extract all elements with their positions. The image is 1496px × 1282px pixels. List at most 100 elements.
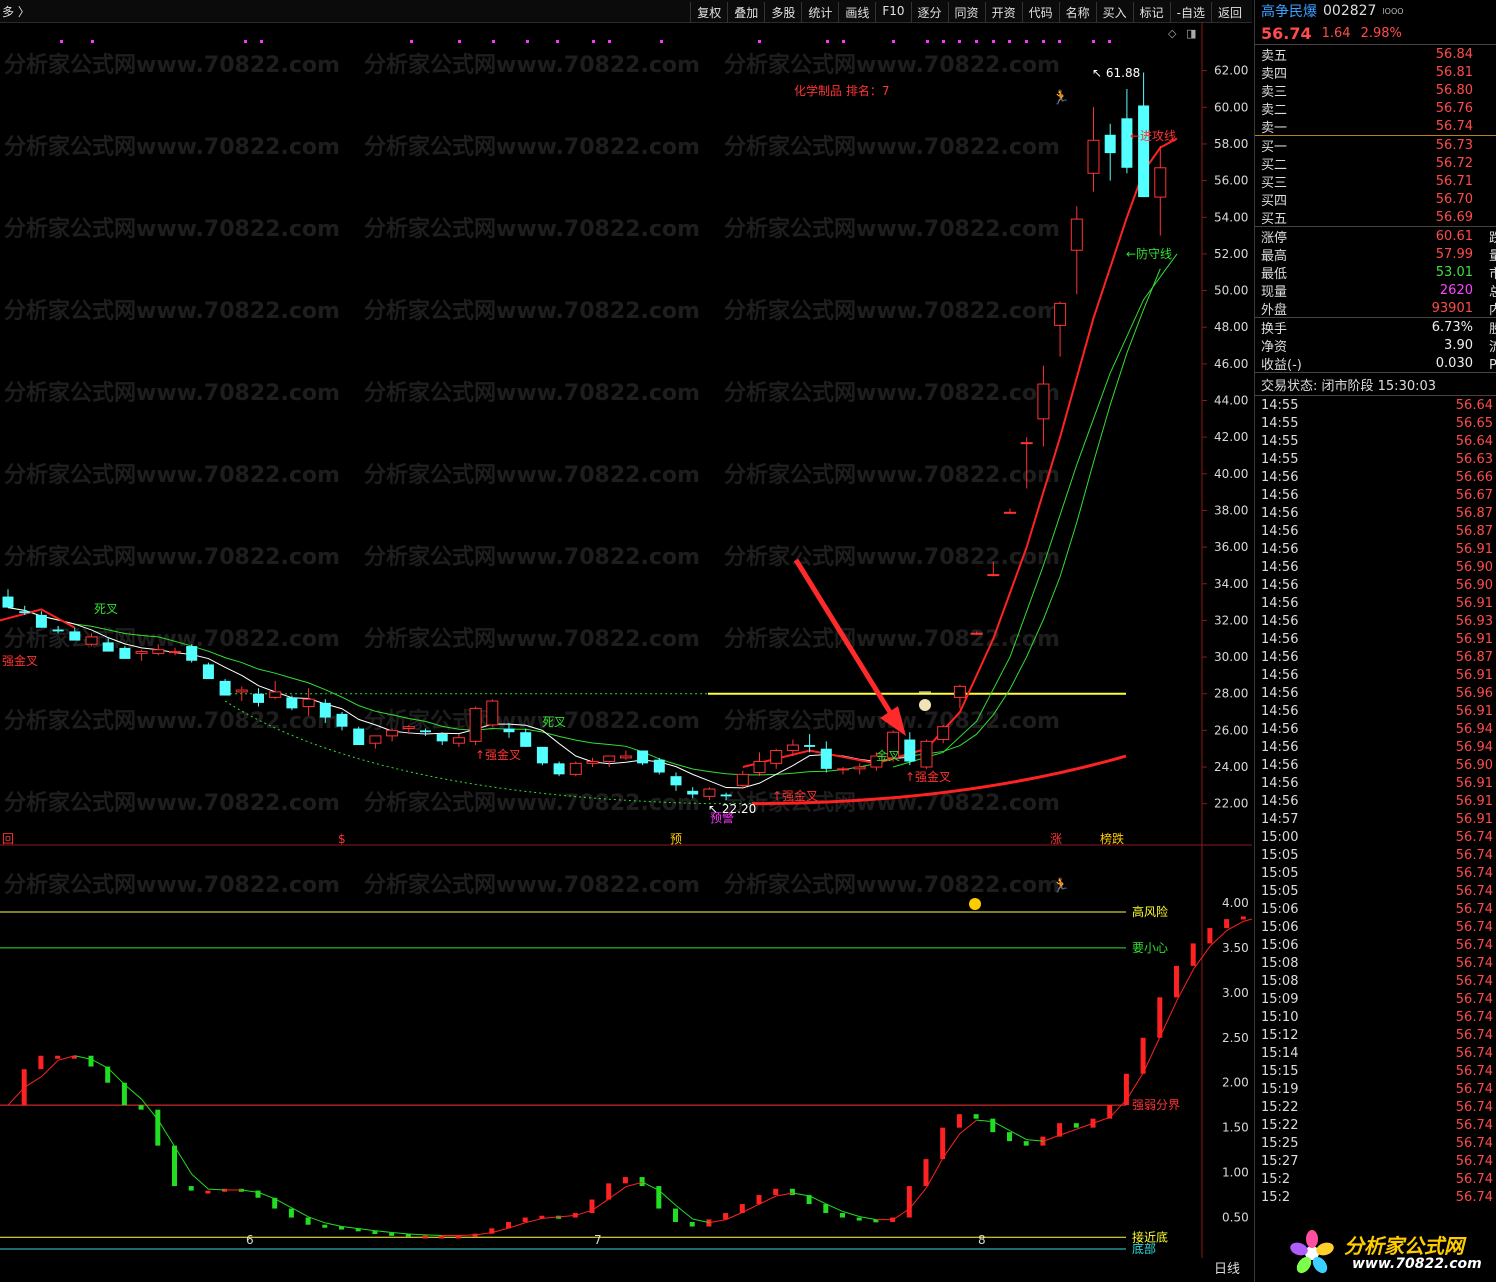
candle[interactable] (937, 724, 950, 744)
toolbar-button-7[interactable]: 同资 (947, 2, 985, 23)
toolbar-button-12[interactable]: 标记 (1132, 2, 1170, 23)
tick-row: 15:05 56.74 (1255, 864, 1496, 882)
toolbar-button-10[interactable]: 名称 (1058, 2, 1096, 23)
candle[interactable] (353, 726, 365, 746)
indicator-line (508, 1222, 526, 1229)
indicator-bar (1240, 916, 1246, 920)
sub-y-tick-label: 1.00 (1222, 1166, 1249, 1180)
tick-row: 15:10 56.74 (1255, 1008, 1496, 1026)
toolbar-button-14[interactable]: 返回 (1210, 2, 1248, 23)
tick-price: 56.74 (1455, 1063, 1493, 1079)
candle[interactable] (469, 706, 482, 746)
candle[interactable] (386, 728, 399, 742)
price-change-pct: 2.98% (1360, 25, 1402, 41)
candle[interactable] (253, 688, 264, 707)
candle[interactable] (703, 787, 716, 801)
tick-time: 14:56 (1261, 523, 1299, 539)
indicator-line (742, 1203, 760, 1213)
candle[interactable] (603, 755, 616, 768)
toolbar-button-5[interactable]: F10 (875, 2, 910, 23)
indicator-bar (155, 1109, 161, 1146)
candle[interactable] (35, 611, 47, 628)
candle[interactable] (670, 772, 682, 791)
stock-name[interactable]: 高争民爆 (1261, 1, 1317, 21)
toolbar-button-2[interactable]: 多股 (764, 2, 801, 23)
candle[interactable] (1154, 145, 1167, 236)
candle[interactable] (536, 746, 548, 766)
watermark-text: 分析家公式网www.70822.com (364, 462, 700, 488)
quote-label: 卖二 (1261, 102, 1288, 118)
candle[interactable] (820, 741, 832, 773)
candle[interactable] (853, 763, 866, 775)
candle[interactable] (553, 761, 565, 777)
candle[interactable] (436, 732, 448, 746)
signal-dot (526, 40, 529, 43)
tick-row: 15:2 56.74 (1255, 1188, 1496, 1206)
signal-death-cross: 死叉 (94, 602, 118, 616)
candle[interactable] (1054, 301, 1067, 357)
candle[interactable] (119, 646, 131, 659)
indicator-line (792, 1192, 810, 1197)
candle[interactable] (653, 757, 665, 775)
candle[interactable] (286, 695, 298, 711)
candle-body (319, 702, 331, 718)
watermark-text: 分析家公式网www.70822.com (724, 134, 1060, 160)
signal-dot (975, 40, 978, 43)
candle[interactable] (452, 734, 465, 747)
tick-time: 14:56 (1261, 505, 1299, 521)
candle[interactable] (904, 732, 916, 766)
toolbar-button-1[interactable]: 叠加 (727, 2, 764, 23)
candle[interactable] (804, 734, 816, 753)
tick-row: 14:55 56.64 (1255, 396, 1496, 414)
indicator-line (1143, 1036, 1161, 1073)
signal-death-cross: 死叉 (542, 715, 566, 729)
candle[interactable] (1087, 107, 1100, 192)
tick-time: 14:55 (1261, 397, 1299, 413)
candle[interactable] (1004, 508, 1016, 515)
toolbar-button-3[interactable]: 统计 (801, 2, 838, 23)
kline-chart[interactable]: 分析家公式网www.70822.com 分析家公式网www.70822.com 分析… (0, 22, 1252, 1262)
tick-time: 15:14 (1261, 1045, 1299, 1061)
candle[interactable] (369, 735, 382, 749)
indicator-line (525, 1217, 543, 1224)
sub-y-tick-label: 3.50 (1222, 941, 1249, 955)
toolbar-button-0[interactable]: 复权 (690, 2, 727, 23)
toolbar-button-11[interactable]: 买入 (1095, 2, 1133, 23)
toolbar-button-4[interactable]: 画线 (838, 2, 875, 23)
candle[interactable] (736, 770, 749, 790)
candle[interactable] (770, 748, 783, 769)
candle[interactable] (1104, 123, 1116, 181)
candle[interactable] (1037, 365, 1050, 447)
candle[interactable] (637, 750, 649, 766)
quote-value: 56.81 (1435, 64, 1473, 80)
candle[interactable] (753, 752, 766, 777)
candle[interactable] (2, 589, 14, 608)
candle[interactable] (569, 761, 582, 777)
toolbar-button-13[interactable]: -自选 (1169, 2, 1211, 23)
candle[interactable] (135, 649, 148, 661)
candle[interactable] (837, 767, 849, 775)
candle[interactable] (202, 662, 214, 680)
tick-row: 14:56 56.91 (1255, 540, 1496, 558)
candle-body (520, 732, 532, 747)
quote-value: 56.84 (1435, 46, 1473, 62)
watermark-text: 分析家公式网www.70822.com (364, 216, 700, 242)
candle-body (637, 750, 649, 764)
toolbar-button-8[interactable]: 开资 (984, 2, 1022, 23)
bids-row: 买二 56.72 (1255, 154, 1496, 173)
tick-time: 14:56 (1261, 469, 1299, 485)
candle[interactable] (1070, 206, 1083, 295)
candle[interactable] (619, 750, 632, 760)
candle[interactable] (186, 644, 198, 663)
y-tick-label: 48.00 (1214, 320, 1248, 334)
candle[interactable] (586, 757, 599, 768)
candle[interactable] (486, 699, 499, 727)
toolbar-button-9[interactable]: 代码 (1021, 2, 1059, 23)
y-tick-label: 30.00 (1214, 650, 1248, 664)
candle[interactable] (920, 739, 933, 769)
period-menu[interactable]: 多 〉 (2, 3, 30, 20)
toolbar-button-6[interactable]: 逐分 (910, 2, 948, 23)
period-label[interactable]: 日线 (1214, 1258, 1240, 1277)
candle[interactable] (219, 679, 231, 696)
signal-dot (492, 40, 495, 43)
